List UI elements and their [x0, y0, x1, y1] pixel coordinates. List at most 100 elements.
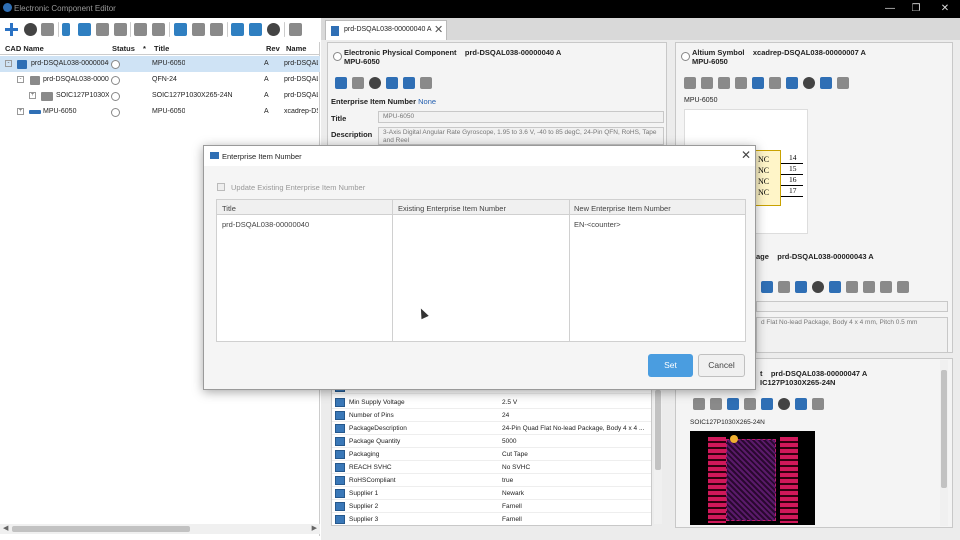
globe-icon[interactable] — [778, 398, 790, 410]
package-description-field[interactable]: d Flat No-lead Package, Body 4 x 4 mm, P… — [756, 317, 948, 353]
select-symbol-radio[interactable] — [681, 52, 690, 61]
delete-icon[interactable] — [114, 23, 127, 36]
barcode-icon[interactable] — [386, 77, 398, 89]
eil-value-link[interactable]: None — [418, 97, 436, 106]
set-button[interactable]: Set — [648, 354, 693, 377]
row-new-cell[interactable]: EN-<counter> — [574, 220, 621, 229]
arrow-down-icon[interactable] — [62, 23, 70, 36]
scroll-left-icon[interactable]: ◀ — [3, 524, 8, 532]
package-name-field[interactable] — [756, 301, 948, 312]
edit-icon[interactable] — [752, 77, 764, 89]
property-row[interactable]: Supplier 2 Farnell — [332, 500, 651, 513]
scroll-thumb[interactable] — [655, 390, 661, 470]
brush-icon[interactable] — [778, 281, 790, 293]
scroll-thumb[interactable] — [941, 370, 947, 488]
expand-toggle-icon[interactable]: + — [17, 108, 24, 115]
properties-scrollbar[interactable] — [654, 384, 662, 524]
tree-row[interactable]: + SOIC127P1030X2 SOIC127P1030X265-24N A … — [0, 88, 320, 104]
swap-icon[interactable] — [820, 77, 832, 89]
refresh-icon[interactable] — [174, 23, 187, 36]
col-existing-number[interactable]: Existing Enterprise Item Number — [398, 204, 506, 213]
arrow-down-icon[interactable] — [786, 77, 798, 89]
add-icon[interactable] — [5, 23, 18, 36]
property-row[interactable]: Package Quantity 5000 — [332, 435, 651, 448]
search-icon[interactable] — [718, 77, 730, 89]
row-title-cell[interactable]: prd-DSQAL038-00000040 — [222, 220, 309, 229]
list-icon[interactable] — [420, 77, 432, 89]
collapse-toggle-icon[interactable]: - — [17, 76, 24, 83]
swap-icon[interactable] — [249, 23, 262, 36]
property-row[interactable]: Min Supply Voltage 2.5 V — [332, 396, 651, 409]
brush-icon[interactable] — [744, 398, 756, 410]
col-name[interactable]: Name — [286, 44, 306, 53]
edit-icon[interactable] — [335, 77, 347, 89]
col-rev[interactable]: Rev — [266, 44, 280, 53]
edit-icon[interactable] — [761, 281, 773, 293]
list-icon[interactable] — [812, 398, 824, 410]
pin-icon[interactable] — [684, 77, 696, 89]
col-title[interactable]: Title — [222, 204, 236, 213]
swap-icon[interactable] — [795, 398, 807, 410]
property-row[interactable]: REACH SVHC No SVHC — [332, 461, 651, 474]
tree-row[interactable]: - prd-DSQAL038-00000040 MPU-6050 A prd-D… — [0, 56, 320, 72]
select-physical-radio[interactable] — [333, 52, 342, 61]
description-field[interactable]: 3-Axis Digital Angular Rate Gyroscope, 1… — [378, 127, 664, 145]
brush-icon[interactable] — [352, 77, 364, 89]
col-new-number[interactable]: New Enterprise Item Number — [574, 204, 671, 213]
property-row[interactable]: Number of Pins 24 — [332, 409, 651, 422]
title-field[interactable]: MPU-6050 — [378, 111, 664, 123]
tree-row[interactable]: - prd-DSQAL038-00000 QFN-24 A prd-DSQAL0 — [0, 72, 320, 88]
collapse-toggle-icon[interactable]: - — [5, 60, 12, 67]
link-icon[interactable] — [210, 23, 223, 36]
globe-icon[interactable] — [812, 281, 824, 293]
footprint-preview[interactable] — [690, 431, 815, 525]
view-icon[interactable] — [880, 281, 892, 293]
brush-icon[interactable] — [769, 77, 781, 89]
symbol-edit-icon[interactable] — [701, 77, 713, 89]
scroll-right-icon[interactable]: ▶ — [312, 524, 317, 532]
globe-icon[interactable] — [267, 23, 280, 36]
property-row[interactable]: Supplier 3 Farnell — [332, 513, 651, 525]
property-row[interactable]: RoHSCompliant true — [332, 474, 651, 487]
column-divider[interactable] — [569, 200, 570, 341]
column-divider[interactable] — [392, 200, 393, 341]
scroll-thumb[interactable] — [12, 526, 190, 532]
close-window-button[interactable]: ✕ — [930, 0, 960, 18]
export-icon[interactable] — [134, 23, 147, 36]
expand-toggle-icon[interactable]: + — [29, 92, 36, 99]
col-star[interactable]: * — [143, 44, 146, 53]
search-icon[interactable] — [24, 23, 37, 36]
brush-icon[interactable] — [96, 23, 109, 36]
maximize-button[interactable]: ❐ — [901, 0, 931, 18]
list-icon[interactable] — [846, 281, 858, 293]
property-row[interactable]: PackageDescription 24-Pin Quad Flat No-le… — [332, 422, 651, 435]
cancel-button[interactable]: Cancel — [698, 354, 745, 377]
close-dialog-icon[interactable]: ✕ — [741, 148, 751, 162]
arrow-down-icon[interactable] — [795, 281, 807, 293]
search-icon[interactable] — [897, 281, 909, 293]
import-icon[interactable] — [152, 23, 165, 36]
tab-component[interactable]: prd-DSQAL038-00000040 A ✕ — [325, 20, 447, 40]
grid-icon[interactable] — [863, 281, 875, 293]
tree-row[interactable]: + MPU-6050 MPU-6050 A xcadrep-DS — [0, 104, 320, 120]
col-status[interactable]: Status — [112, 44, 135, 53]
delete-icon[interactable] — [735, 77, 747, 89]
edit-icon[interactable] — [78, 23, 91, 36]
globe-icon[interactable] — [369, 77, 381, 89]
close-tab-icon[interactable]: ✕ — [434, 23, 443, 36]
barcode-icon[interactable] — [231, 23, 244, 36]
database-icon[interactable] — [41, 23, 54, 36]
list-icon[interactable] — [192, 23, 205, 36]
document-icon[interactable] — [289, 23, 302, 36]
edit-icon[interactable] — [727, 398, 739, 410]
update-existing-checkbox[interactable] — [217, 183, 225, 191]
property-row[interactable]: Packaging Cut Tape — [332, 448, 651, 461]
col-cad-name[interactable]: CAD Name — [5, 44, 44, 53]
property-row[interactable]: Supplier 1 Newark — [332, 487, 651, 500]
tool-icon[interactable] — [710, 398, 722, 410]
col-title[interactable]: Title — [154, 44, 169, 53]
swap-icon[interactable] — [829, 281, 841, 293]
horizontal-scrollbar[interactable]: ◀ ▶ — [0, 524, 320, 534]
arrow-down-icon[interactable] — [761, 398, 773, 410]
globe-icon[interactable] — [803, 77, 815, 89]
